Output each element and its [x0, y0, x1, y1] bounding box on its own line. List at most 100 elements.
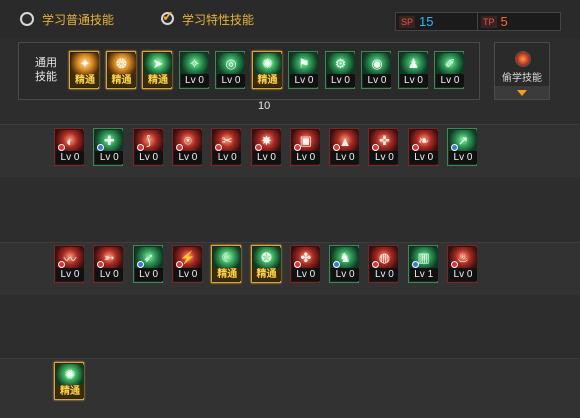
general-skill-10[interactable]: ♟ Lv 0: [397, 51, 428, 89]
tab-special-label: 学习特性技能: [182, 12, 255, 27]
skill-icon: ↗: [449, 130, 477, 152]
skill-level-label: Lv 0: [370, 151, 399, 164]
row1-skill-11[interactable]: ↗ Lv 0: [447, 128, 477, 166]
skill-type-mark-icon: [136, 144, 144, 151]
tp-points-value: 5: [500, 14, 508, 29]
skill-level-label: Lv 0: [134, 151, 163, 164]
row2-skill-5[interactable]: ☾ 精通: [211, 245, 242, 283]
skill-glyph-icon: ◉: [371, 56, 383, 71]
skill-glyph-icon: ⚙: [334, 56, 347, 71]
general-skill-9[interactable]: ◉ Lv 0: [361, 51, 391, 89]
skill-icon: ⟆: [134, 130, 163, 152]
skill-type-mark-icon: [293, 144, 301, 151]
skill-row-band-3: [0, 358, 580, 418]
tab-normal-skills[interactable]: 学习普通技能: [20, 10, 114, 28]
row2-skill-3[interactable]: ➶ Lv 0: [132, 245, 163, 283]
skill-icon: ❧: [409, 130, 438, 152]
tp-points-tag: TP: [481, 15, 497, 28]
row2-skill-11[interactable]: ♨ Lv 0: [447, 245, 477, 283]
tab-normal-label: 学习普通技能: [42, 12, 115, 27]
skill-icon: ⚡: [173, 247, 202, 269]
skill-level-label: Lv 0: [363, 74, 391, 87]
skill-level-label: Lv 0: [134, 268, 163, 281]
skill-icon: ◎: [217, 53, 245, 75]
skill-icon: ✤: [291, 247, 320, 269]
general-skill-3[interactable]: ➤ 精通: [142, 51, 172, 89]
row2-skill-4[interactable]: ⚡ Lv 0: [171, 245, 202, 283]
general-skill-6[interactable]: ✺ 精通: [251, 51, 282, 89]
general-skill-2[interactable]: ❂ 精通: [105, 51, 136, 89]
skill-icon: ▲: [331, 130, 360, 152]
skill-glyph-icon: ✧: [189, 56, 200, 71]
skill-icon: ➤: [144, 53, 172, 75]
general-skill-7[interactable]: ⚑ Lv 0: [288, 51, 318, 89]
skill-level-label: Lv 0: [95, 268, 124, 281]
row1-skill-6[interactable]: ✸ Lv 0: [250, 128, 281, 166]
skill-level-label: 精通: [144, 74, 172, 87]
skill-level-label: 精通: [107, 74, 136, 87]
skill-glyph-icon: ⚑: [298, 56, 310, 71]
skill-glyph-icon: ◎: [225, 56, 237, 71]
row2-skill-7[interactable]: ✤ Lv 0: [289, 245, 320, 283]
general-skill-11[interactable]: ✐ Lv 0: [434, 51, 464, 89]
skill-level-label: 精通: [71, 74, 99, 87]
skill-level-label: 精通: [213, 268, 242, 281]
general-skill-4[interactable]: ✧ Lv 0: [178, 51, 209, 89]
skill-icon: 〰: [56, 247, 84, 269]
skill-icon: ❂: [107, 53, 136, 75]
row1-skill-1[interactable]: ◐ Lv 0: [54, 128, 84, 166]
skill-level-label: 精通: [253, 74, 282, 87]
skill-level-label: Lv 0: [173, 151, 202, 164]
skill-type-mark-icon: [411, 261, 419, 268]
skill-level-label: Lv 0: [290, 74, 318, 87]
skill-icon: ✂: [213, 130, 242, 152]
skill-icon: ✧: [180, 53, 209, 75]
skill-level-label: Lv 0: [213, 151, 242, 164]
skill-level-label: Lv 0: [291, 151, 320, 164]
skill-level-label: Lv 0: [399, 74, 428, 87]
row1-skill-3[interactable]: ⟆ Lv 0: [132, 128, 163, 166]
row1-skill-8[interactable]: ▲ Lv 0: [329, 128, 360, 166]
skill-glyph-icon: ☾: [221, 250, 234, 265]
row2-skill-10[interactable]: ▥ Lv 1: [407, 245, 438, 283]
skill-level-label: Lv 0: [217, 74, 245, 87]
skill-level-label: Lv 0: [95, 151, 124, 164]
skill-glyph-icon: ✦: [79, 56, 91, 71]
general-skill-8[interactable]: ⚙ Lv 0: [324, 51, 355, 89]
chevron-down-icon[interactable]: [517, 90, 527, 96]
general-skill-1[interactable]: ✦ 精通: [69, 51, 99, 89]
skill-icon: ▥: [409, 247, 438, 269]
sp-points-value: 15: [419, 14, 434, 29]
skill-level-label: Lv 0: [180, 74, 209, 87]
general-skills-title: 通用 技能: [35, 57, 57, 83]
row2-skill-9[interactable]: ◍ Lv 0: [368, 245, 399, 283]
skill-level-label: Lv 0: [173, 268, 202, 281]
row2-skill-2[interactable]: ➳ Lv 0: [93, 245, 124, 283]
general-skill-5[interactable]: ◎ Lv 0: [215, 51, 245, 89]
skill-type-mark-icon: [58, 261, 65, 268]
skill-type-mark-icon: [451, 144, 458, 151]
row2-skill-1[interactable]: 〰 Lv 0: [54, 245, 84, 283]
row1-skill-2[interactable]: ✚ Lv 0: [93, 128, 124, 166]
skill-icon: ✜: [370, 130, 399, 152]
skill-level-label: Lv 0: [436, 74, 464, 87]
skill-level-label: Lv 0: [449, 151, 477, 164]
steal-skill-button[interactable]: 偷学技能: [494, 42, 550, 100]
row1-skill-4[interactable]: ⍟ Lv 0: [171, 128, 202, 166]
row1-skill-5[interactable]: ✂ Lv 0: [211, 128, 242, 166]
skill-icon: ♟: [399, 53, 428, 75]
skill-level-label: Lv 1: [409, 268, 438, 281]
row2-skill-8[interactable]: ♞ Lv 0: [329, 245, 360, 283]
row2-skill-6[interactable]: ✪ 精通: [250, 245, 281, 283]
row3-skill-1[interactable]: ✺ 精通: [54, 362, 84, 400]
row1-skill-7[interactable]: ▣ Lv 0: [289, 128, 320, 166]
tab-special-skills[interactable]: ✓ 学习特性技能: [160, 8, 255, 28]
row1-skill-9[interactable]: ✜ Lv 0: [368, 128, 399, 166]
skill-glyph-icon: ➤: [152, 56, 164, 71]
skill-icon: ✐: [436, 53, 464, 75]
skill-icon: ✦: [71, 53, 99, 75]
row1-skill-10[interactable]: ❧ Lv 0: [407, 128, 438, 166]
tp-points-display: TP 5: [477, 12, 561, 31]
skill-icon: ♨: [449, 247, 477, 269]
skill-level-label: Lv 0: [56, 151, 84, 164]
